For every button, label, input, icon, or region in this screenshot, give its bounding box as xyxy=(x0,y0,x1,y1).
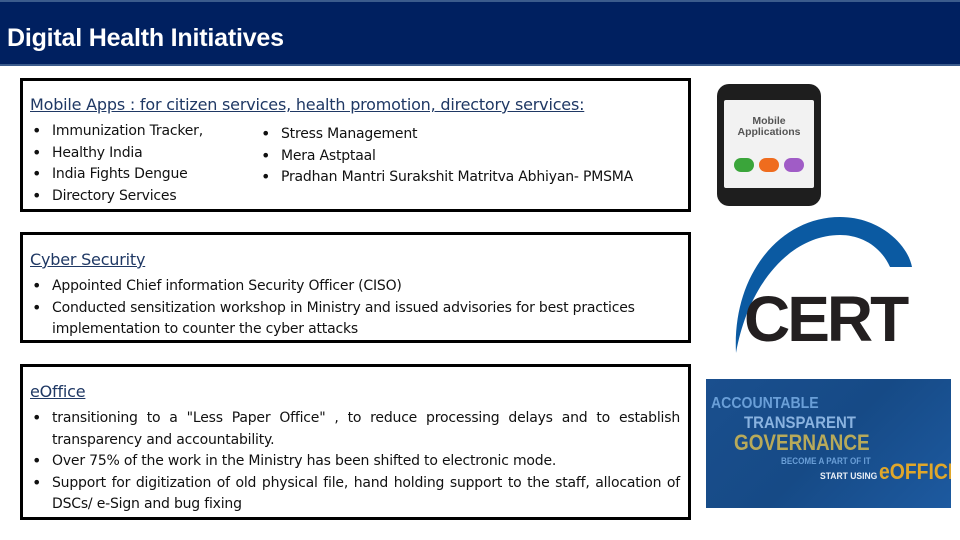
eoffice-section: eOffice transitioning to a "Less Paper O… xyxy=(20,364,691,520)
eoffice-heading: eOffice xyxy=(30,382,86,401)
banner-text: BECOME A PART OF IT xyxy=(781,456,871,466)
eoffice-banner-image: ACCOUNTABLE TRANSPARENT GOVERNANCE BECOM… xyxy=(706,379,951,508)
cyber-security-heading: Cyber Security xyxy=(30,250,146,269)
list-item: Over 75% of the work in the Ministry has… xyxy=(30,450,680,473)
list-item: Pradhan Mantri Surakshit Matritva Abhiya… xyxy=(259,166,633,189)
android-app-icon xyxy=(759,158,779,172)
list-item: Stress Management xyxy=(259,123,633,146)
page-title: Digital Health Initiatives xyxy=(7,24,284,52)
cyber-security-list: Appointed Chief information Security Off… xyxy=(30,275,680,341)
mobile-apps-heading: Mobile Apps : for citizen services, heal… xyxy=(30,95,585,114)
mobile-apps-section: Mobile Apps : for citizen services, heal… xyxy=(20,78,691,212)
title-bar: Digital Health Initiatives xyxy=(0,0,960,66)
list-item: Immunization Tracker, xyxy=(30,120,203,143)
cyber-security-section: Cyber Security Appointed Chief informati… xyxy=(20,232,691,343)
eoffice-list: transitioning to a "Less Paper Office" ,… xyxy=(30,407,680,516)
banner-text: GOVERNANCE xyxy=(734,430,870,455)
mobile-apps-list-right: Stress Management Mera Astptaal Pradhan … xyxy=(259,123,633,189)
phone-screen: Mobile Applications xyxy=(724,100,814,188)
list-item: Conducted sensitization workshop in Mini… xyxy=(30,297,680,341)
list-item: transitioning to a "Less Paper Office" ,… xyxy=(30,407,680,451)
cert-logo-text: CERT xyxy=(744,283,909,355)
windows-app-icon xyxy=(784,158,804,172)
list-item: Directory Services xyxy=(30,185,203,208)
list-item: Support for digitization of old physical… xyxy=(30,472,680,516)
cert-logo: CERT xyxy=(730,215,920,355)
banner-text: START USING xyxy=(820,471,878,482)
mobile-apps-list-left: Immunization Tracker, Healthy India Indi… xyxy=(30,120,203,208)
list-item: Appointed Chief information Security Off… xyxy=(30,275,680,298)
mobile-applications-image: Mobile Applications xyxy=(717,84,821,206)
phone-screen-text: Applications xyxy=(737,126,801,138)
android-app-icon xyxy=(734,158,754,172)
banner-text: ACCOUNTABLE xyxy=(711,395,819,412)
list-item: India Fights Dengue xyxy=(30,163,203,186)
list-item: Mera Astptaal xyxy=(259,145,633,168)
list-item: Healthy India xyxy=(30,142,203,165)
banner-eoffice-logo-text: eOFFICE xyxy=(879,459,951,484)
